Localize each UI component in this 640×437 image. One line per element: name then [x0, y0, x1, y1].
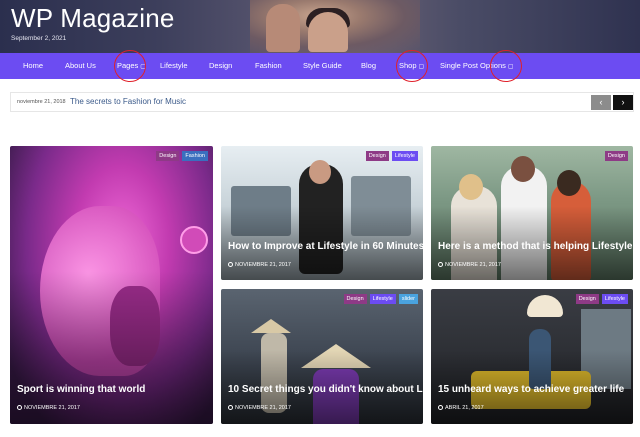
post-tags: Design Lifestyle: [365, 151, 418, 161]
nav-item-label: Lifestyle: [160, 61, 188, 70]
tag-design[interactable]: Design: [604, 151, 628, 161]
header-photo-figure: [308, 12, 348, 52]
site-title[interactable]: WP Magazine: [11, 3, 175, 34]
nav-item-label: About Us: [65, 61, 96, 70]
highlight-circle: [396, 50, 428, 82]
post-date-text: NOVIEMBRE 21, 2017: [24, 405, 80, 411]
post-date-text: ABRIL 21, 2017: [445, 405, 484, 411]
image-overlay: [10, 271, 213, 424]
post-date-text: NOVIEMBRE 21, 2017: [445, 262, 501, 268]
clock-icon: [17, 405, 22, 410]
post-title[interactable]: 10 Secret things you didn't know about L…: [228, 384, 423, 395]
nav-item-label: Style Guide: [303, 61, 342, 70]
post-tags: Design Lifestyle: [575, 294, 628, 304]
post-title[interactable]: 15 unheard ways to achieve greater life: [438, 384, 624, 395]
ticker-date: noviembre 21, 2018: [17, 99, 66, 105]
image-shape: [557, 170, 581, 196]
nav-item-label: Blog: [361, 61, 377, 70]
clock-icon: [438, 262, 443, 267]
image-shape: [251, 319, 291, 333]
post-tags: Design: [604, 151, 628, 161]
post-date-text: NOVIEMBRE 21, 2017: [235, 262, 291, 268]
header-photo-figure: [266, 4, 300, 52]
image-shape: [527, 295, 563, 317]
breaking-news-ticker: noviembre 21, 2018 The secrets to Fashio…: [10, 92, 634, 112]
post-card[interactable]: Design Lifestyle How to Improve at Lifes…: [221, 146, 423, 280]
clock-icon: [438, 405, 443, 410]
ticker-headline-link[interactable]: The secrets to Fashion for Music: [70, 93, 186, 111]
chevron-left-icon[interactable]: ‹: [591, 95, 611, 110]
nav-item-label: Fashion: [255, 61, 282, 70]
post-date-text: NOVIEMBRE 21, 2017: [235, 405, 291, 411]
tag-fashion[interactable]: Fashion: [182, 151, 208, 161]
nav-item-fashion[interactable]: Fashion: [255, 53, 282, 79]
header-background-image: [250, 0, 420, 53]
site-date: September 2, 2021: [11, 35, 67, 42]
tag-design[interactable]: Design: [365, 151, 389, 161]
nav-item-style-guide[interactable]: Style Guide: [303, 53, 342, 79]
nav-item-label: Design: [209, 61, 233, 70]
main-navigation: Home About Us Pages ▢ Lifestyle Design Fa…: [0, 53, 640, 79]
post-date: NOVIEMBRE 21, 2017: [438, 262, 501, 268]
tag-design[interactable]: Design: [575, 294, 599, 304]
site-header: WP Magazine September 2, 2021: [0, 0, 640, 53]
highlight-circle: [114, 50, 146, 82]
post-tags: Design Lifestyle slider: [343, 294, 418, 304]
post-card[interactable]: Design Lifestyle 15 unheard ways to achi…: [431, 289, 633, 424]
highlight-circle: [490, 50, 522, 82]
post-date: NOVIEMBRE 21, 2017: [228, 405, 291, 411]
post-card[interactable]: Design Lifestyle slider 10 Secret things…: [221, 289, 423, 424]
image-shape: [511, 156, 535, 182]
image-shape: [309, 160, 331, 184]
tag-design[interactable]: Design: [343, 294, 367, 304]
post-title[interactable]: Sport is winning that world: [17, 384, 145, 395]
nav-item-home[interactable]: Home: [23, 53, 43, 79]
post-date: ABRIL 21, 2017: [438, 405, 484, 411]
post-tags: Design Fashion: [156, 151, 208, 161]
tag-lifestyle[interactable]: Lifestyle: [601, 294, 628, 304]
nav-item-blog[interactable]: Blog: [361, 53, 376, 79]
clock-icon: [228, 405, 233, 410]
chevron-right-icon[interactable]: ›: [613, 95, 633, 110]
post-date: NOVIEMBRE 21, 2017: [228, 262, 291, 268]
image-shape: [180, 226, 208, 254]
nav-item-label: Home: [23, 61, 44, 70]
post-card[interactable]: Design Here is a method that is helping …: [431, 146, 633, 280]
nav-item-design[interactable]: Design: [209, 53, 232, 79]
nav-item-lifestyle[interactable]: Lifestyle: [160, 53, 188, 79]
post-title[interactable]: How to Improve at Lifestyle in 60 Minute…: [228, 241, 423, 252]
post-date: NOVIEMBRE 21, 2017: [17, 405, 80, 411]
tag-lifestyle[interactable]: Lifestyle: [391, 151, 418, 161]
post-title[interactable]: Here is a method that is helping Lifesty…: [438, 241, 633, 252]
tag-lifestyle[interactable]: Lifestyle: [369, 294, 396, 304]
tag-design[interactable]: Design: [156, 151, 180, 161]
clock-icon: [228, 262, 233, 267]
featured-post-card[interactable]: Design Fashion Sport is winning that wor…: [10, 146, 213, 424]
image-shape: [459, 174, 483, 200]
tag-slider[interactable]: slider: [398, 294, 418, 304]
nav-item-about-us[interactable]: About Us: [65, 53, 96, 79]
